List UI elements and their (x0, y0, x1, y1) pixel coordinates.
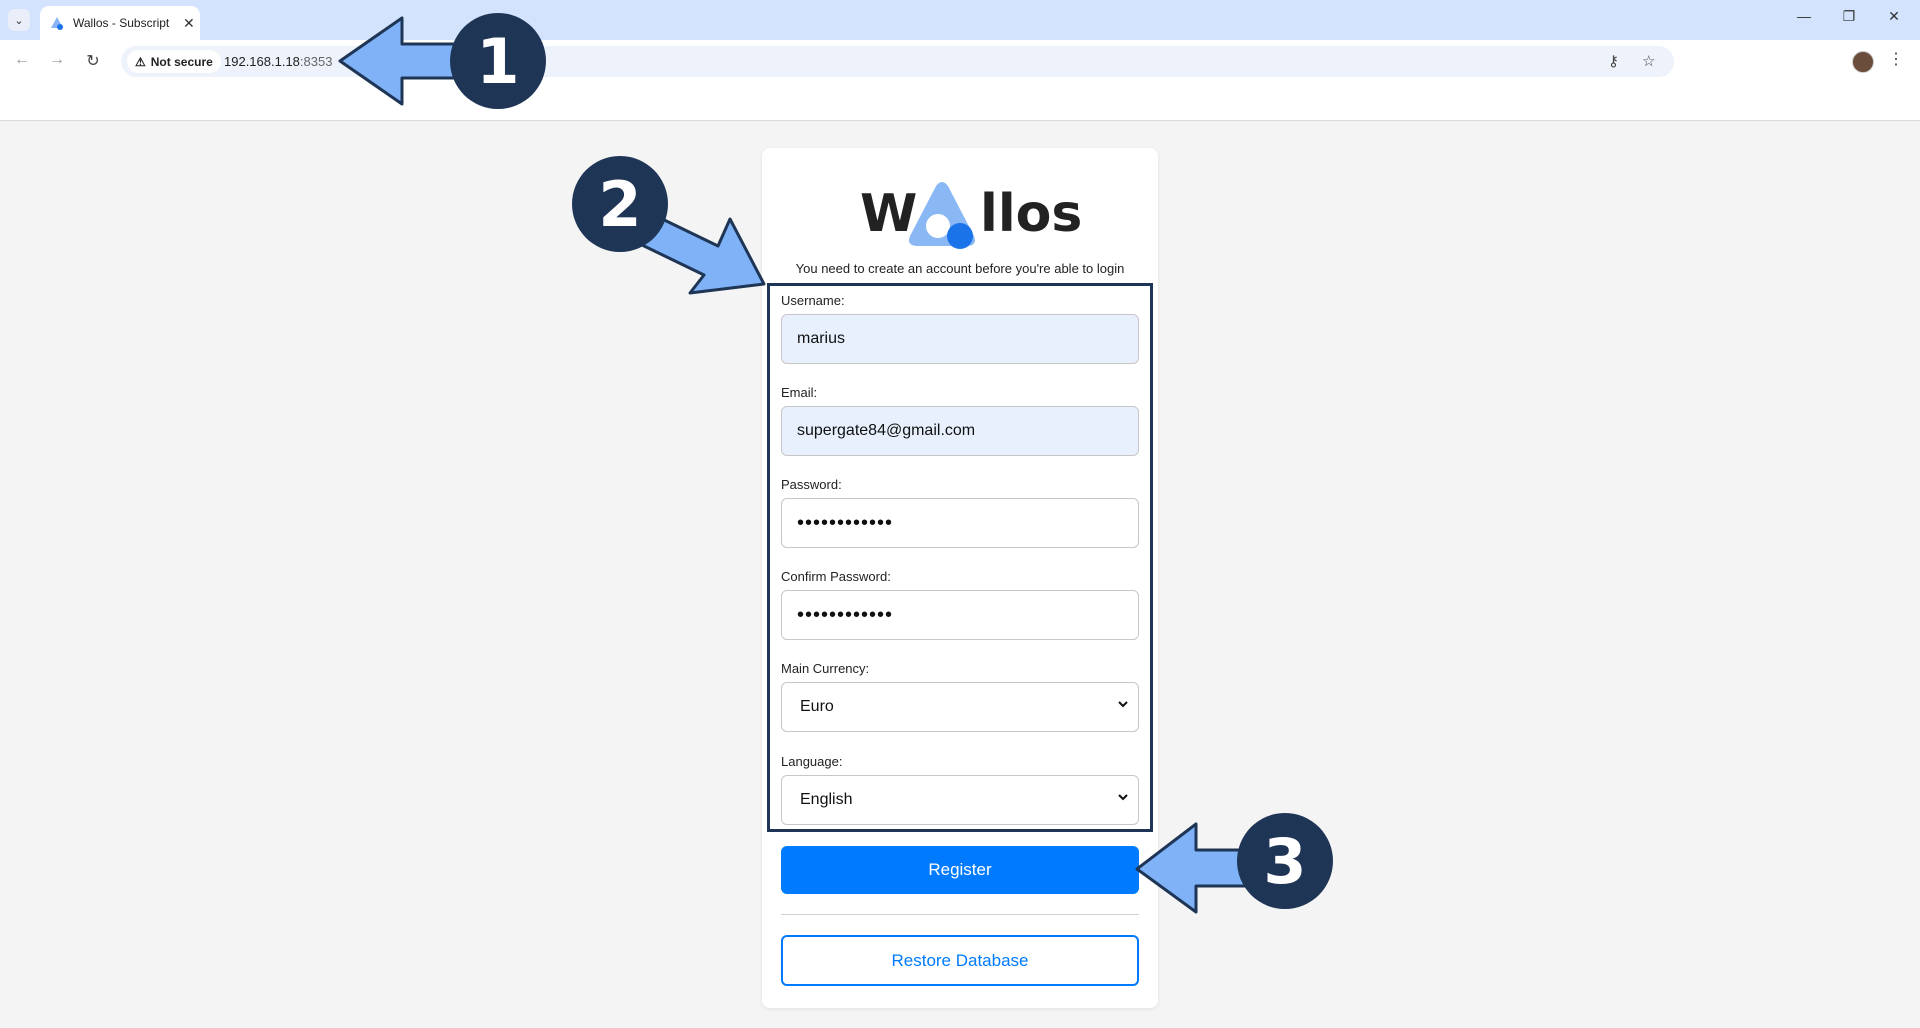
step-3-callout: 3 (1237, 813, 1333, 909)
annotation-arrows (338, 16, 1252, 914)
arrow-1-icon (338, 16, 464, 106)
step-2-callout: 2 (572, 156, 668, 252)
arrow-3-icon (1135, 822, 1252, 914)
step-1-callout: 1 (450, 13, 546, 109)
